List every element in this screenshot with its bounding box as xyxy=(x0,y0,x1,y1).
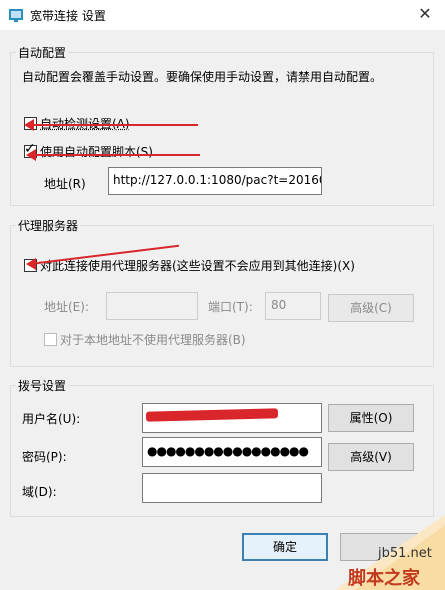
properties-button[interactable]: 属性(O) xyxy=(328,404,414,432)
proxy-address-label: 地址(E): xyxy=(44,300,89,314)
script-address-input[interactable]: http://127.0.0.1:1080/pac?t=201605( xyxy=(108,167,322,195)
proxy-advanced-button[interactable]: 高级(C) xyxy=(328,294,414,322)
proxy-address-input[interactable] xyxy=(106,292,198,320)
window-title: 宽带连接 设置 xyxy=(30,9,106,23)
annotation-arrowhead-3 xyxy=(26,258,36,270)
proxy-port-label: 端口(T): xyxy=(208,300,253,314)
password-label: 密码(P): xyxy=(22,450,67,464)
use-proxy-label[interactable]: 对此连接使用代理服务器(这些设置不会应用到其他连接)(X) xyxy=(40,257,355,274)
dialup-group-label: 拨号设置 xyxy=(16,377,69,394)
annotation-arrowhead-1 xyxy=(24,119,34,131)
bypass-local-label[interactable]: 对于本地地址不使用代理服务器(B) xyxy=(60,331,246,348)
domain-label: 域(D): xyxy=(22,485,57,499)
auto-config-group-label: 自动配置 xyxy=(16,44,69,61)
password-input[interactable]: ●●●●●●●●●●●●●●●●● xyxy=(142,437,322,467)
close-icon[interactable]: ✕ xyxy=(414,4,436,24)
auto-config-description: 自动配置会覆盖手动设置。要确保使用手动设置，请禁用自动配置。 xyxy=(22,70,383,84)
watermark-text: 脚本之家 xyxy=(348,568,420,589)
bypass-local-checkbox[interactable] xyxy=(44,333,57,346)
network-settings-icon xyxy=(9,9,23,22)
proxy-group-label: 代理服务器 xyxy=(16,217,81,234)
script-address-label: 地址(R) xyxy=(44,177,86,191)
annotation-arrowhead-2 xyxy=(26,149,36,161)
watermark-site: jb51.net xyxy=(378,546,432,561)
proxy-port-input[interactable]: 80 xyxy=(265,292,321,320)
use-script-label[interactable]: 使用自动配置脚本(S) xyxy=(40,143,153,160)
dialup-advanced-button[interactable]: 高级(V) xyxy=(328,443,414,471)
username-label: 用户名(U): xyxy=(22,412,81,426)
annotation-arrow-2 xyxy=(30,154,200,156)
domain-input[interactable] xyxy=(142,473,322,503)
ok-button[interactable]: 确定 xyxy=(242,533,328,561)
annotation-arrow-1 xyxy=(28,124,198,126)
